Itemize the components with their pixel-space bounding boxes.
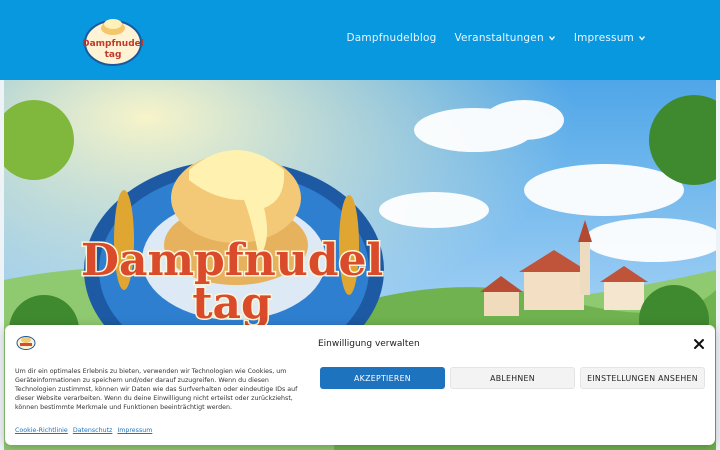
consent-title: Einwilligung verwalten xyxy=(318,339,420,349)
deny-button[interactable]: ABLEHNEN xyxy=(450,367,575,389)
privacy-link[interactable]: Datenschutz xyxy=(73,427,113,434)
main-nav: Dampfnudelblog Veranstaltungen Impressum xyxy=(347,32,647,44)
accept-button[interactable]: AKZEPTIEREN xyxy=(320,367,445,389)
chevron-down-icon xyxy=(548,36,555,41)
nav-label: Dampfnudelblog xyxy=(346,32,437,44)
site-header: Dampfnudel tag Dampfnudelblog Veranstalt… xyxy=(0,0,720,80)
view-preferences-button[interactable]: EINSTELLUNGEN ANSEHEN xyxy=(580,367,705,389)
site-logo-small xyxy=(16,336,36,350)
cookie-policy-link[interactable]: Cookie-Richtlinie xyxy=(15,427,68,434)
nav-label: Veranstaltungen xyxy=(454,32,544,44)
imprint-link[interactable]: Impressum xyxy=(117,427,152,434)
nav-item-impressum[interactable]: Impressum xyxy=(574,32,646,44)
chevron-down-icon xyxy=(638,36,646,41)
nav-item-veranstaltungen[interactable]: Veranstaltungen xyxy=(454,32,555,44)
site-logo[interactable]: Dampfnudel tag xyxy=(78,10,148,70)
consent-text: Um dir ein optimales Erlebnis zu bieten,… xyxy=(15,368,298,411)
close-icon[interactable] xyxy=(692,337,706,351)
cookie-consent-dialog: Einwilligung verwalten Um dir ein optima… xyxy=(5,325,715,445)
nav-item-dampfnudelblog[interactable]: Dampfnudelblog xyxy=(347,32,437,44)
svg-text:Dampfnudel: Dampfnudel xyxy=(82,39,144,49)
nav-label: Impressum xyxy=(573,32,634,44)
svg-text:tag: tag xyxy=(105,50,122,60)
svg-text:tag: tag xyxy=(192,278,272,329)
consent-links: Cookie-Richtlinie Datenschutz Impressum xyxy=(15,427,152,434)
